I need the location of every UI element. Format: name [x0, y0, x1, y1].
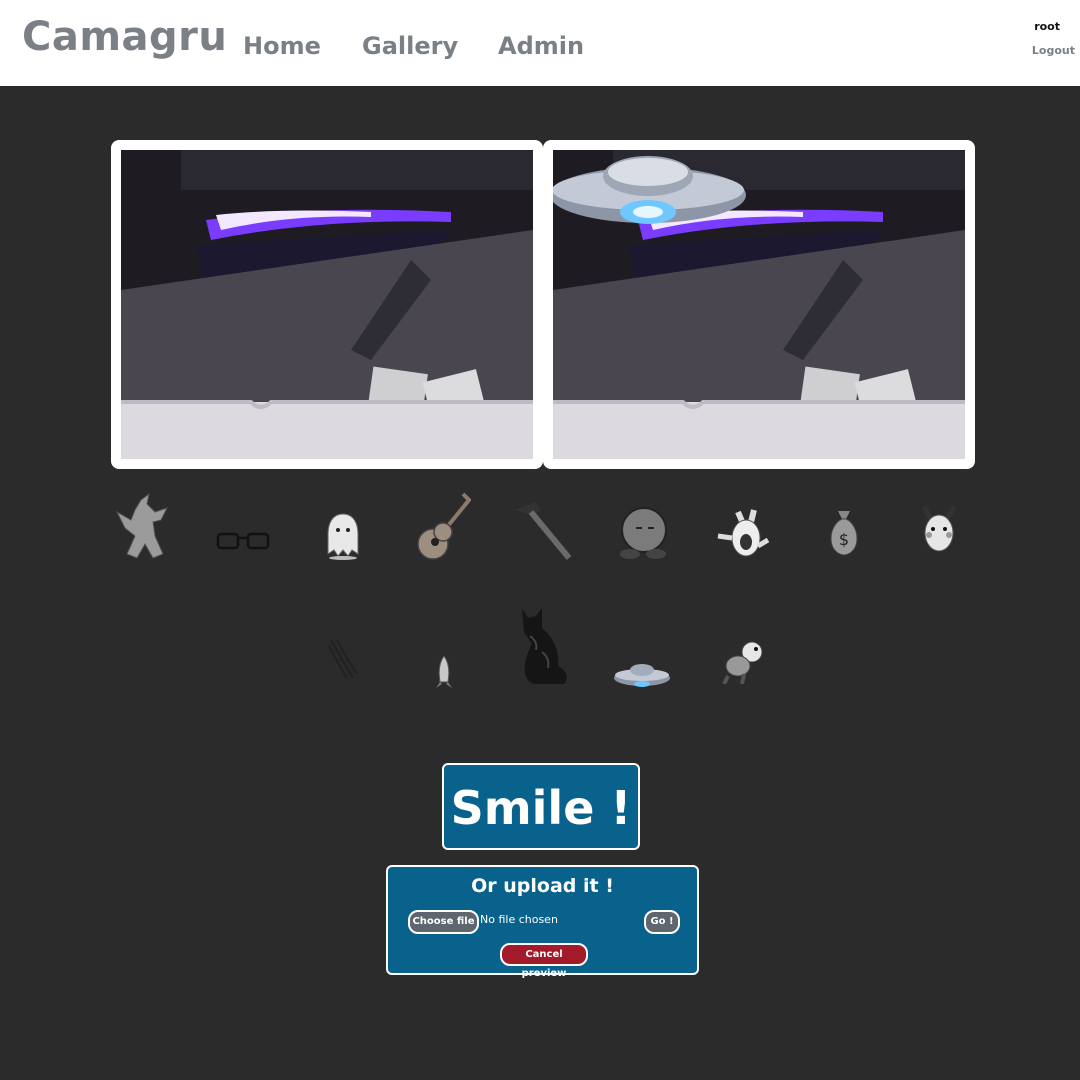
nav-home[interactable]: Home: [243, 32, 321, 60]
captured-scene-image: [553, 150, 965, 459]
kirby-icon[interactable]: [618, 504, 672, 560]
webcam-preview: [111, 140, 543, 469]
cancel-preview-button[interactable]: Cancel preview: [500, 943, 588, 979]
file-status-label: No file chosen: [480, 913, 558, 926]
dragon-icon[interactable]: [115, 492, 173, 562]
top-navbar: Camagru Home Gallery Admin root Logout: [0, 0, 1080, 86]
pikachu-icon[interactable]: [918, 505, 960, 555]
glasses-icon[interactable]: [216, 530, 270, 552]
choose-file-button[interactable]: Choose file: [408, 910, 479, 934]
guitar-icon[interactable]: [413, 492, 471, 562]
nav-gallery[interactable]: Gallery: [362, 32, 458, 60]
go-upload-button[interactable]: Go !: [644, 910, 680, 934]
hammer-icon[interactable]: [513, 500, 573, 562]
nav-admin[interactable]: Admin: [498, 32, 584, 60]
cat-icon[interactable]: [514, 606, 570, 686]
upload-title: Or upload it !: [471, 875, 614, 897]
money-bag-icon[interactable]: $: [826, 507, 862, 557]
yoshi-icon[interactable]: [720, 640, 766, 684]
upload-panel: Or upload it ! Choose file No file chose…: [386, 865, 699, 979]
captured-preview: [543, 140, 975, 469]
brand-logo[interactable]: Camagru: [22, 14, 227, 60]
svg-text:$: $: [839, 530, 849, 549]
ufo-icon[interactable]: [613, 662, 671, 690]
rocket-icon[interactable]: [436, 656, 452, 688]
webcam-scene-image: [121, 150, 533, 459]
username-label: root: [1034, 20, 1060, 33]
claw-marks-icon[interactable]: [327, 638, 359, 680]
logout-link[interactable]: Logout: [1032, 44, 1075, 57]
smile-capture-button[interactable]: Smile !: [442, 763, 640, 850]
rabbid-icon[interactable]: [714, 508, 770, 562]
ghost-icon[interactable]: [324, 512, 362, 560]
